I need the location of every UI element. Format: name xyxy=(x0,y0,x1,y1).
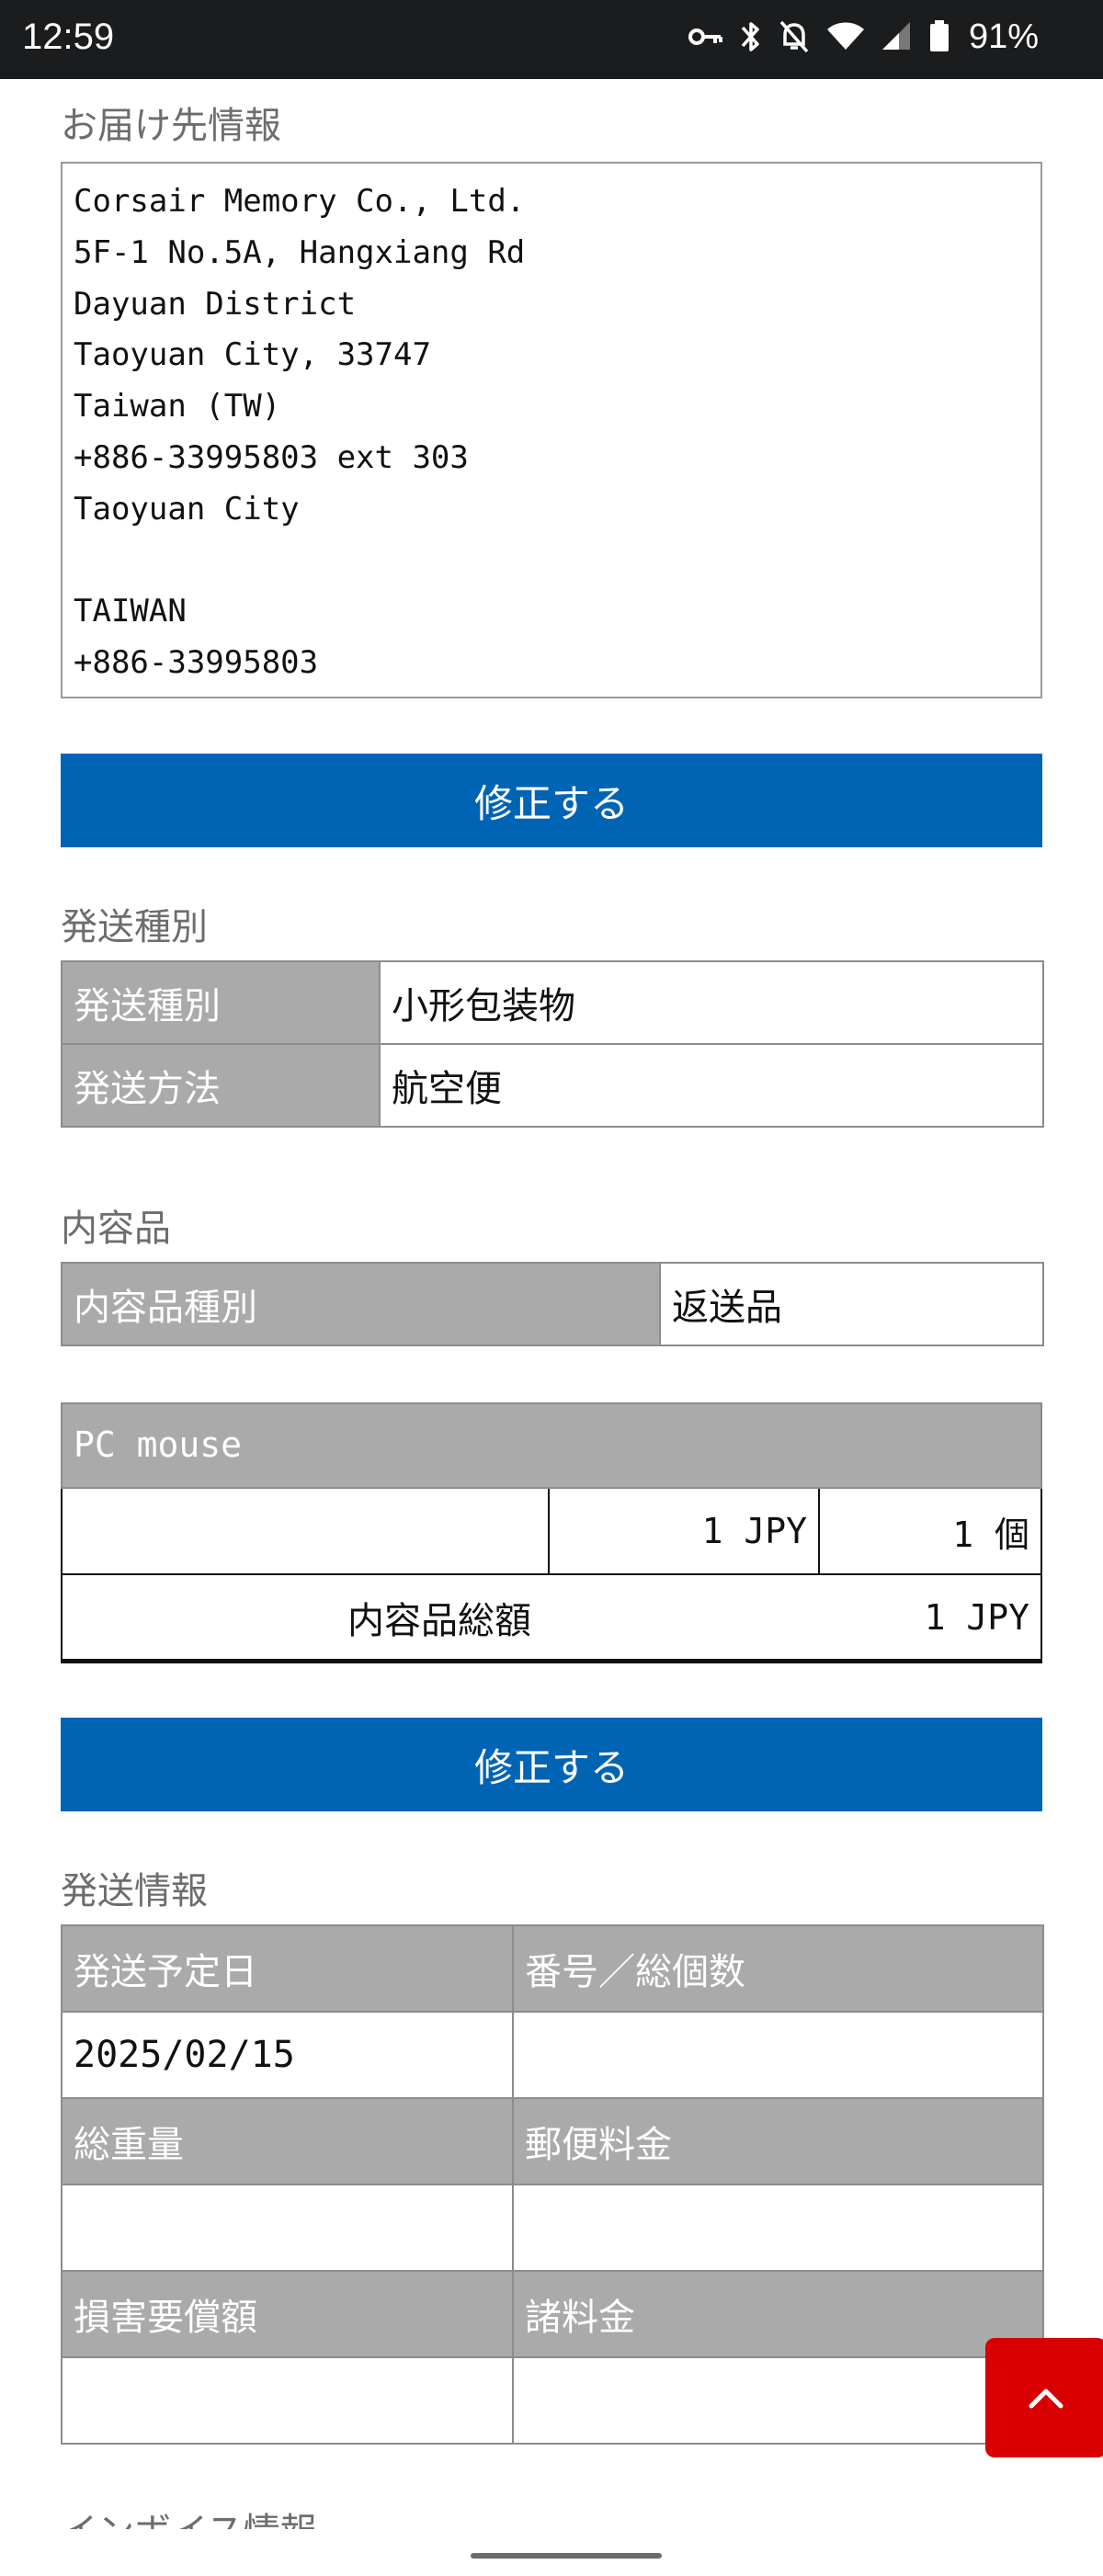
package-number-value xyxy=(512,2011,1044,2099)
status-icons: 91% xyxy=(688,15,1039,59)
table-row: 発送方法 航空便 xyxy=(61,1043,1044,1128)
shipping-address-box: Corsair Memory Co., Ltd. 5F-1 No.5A, Han… xyxy=(61,162,1042,698)
insured-amount-label: 損害要償額 xyxy=(61,2270,514,2358)
contents-total-label: 内容品総額 xyxy=(347,1599,531,1642)
address-line: Dayuan District xyxy=(74,285,357,323)
shipping-method-value: 航空便 xyxy=(379,1043,1044,1128)
table-header-row: 発送予定日 番号／総個数 xyxy=(61,1924,1044,2013)
shipping-method-label: 発送方法 xyxy=(61,1043,381,1128)
table-row: 内容品種別 返送品 xyxy=(61,1262,1044,1346)
shipment-type-value: 小形包装物 xyxy=(379,960,1044,1045)
shipment-type-table: 発送種別 小形包装物 発送方法 航空便 xyxy=(61,960,1044,1128)
section-title-shipping-info: 発送情報 xyxy=(61,1870,208,1912)
postage-value xyxy=(512,2184,1044,2272)
content-item-name: PC mouse xyxy=(61,1402,1042,1489)
content-item-description xyxy=(63,1489,548,1573)
package-number-label: 番号／総個数 xyxy=(512,1924,1044,2013)
table-row: 2025/02/15 xyxy=(61,2011,1044,2099)
shipping-info-table: 発送予定日 番号／総個数 2025/02/15 総重量 郵便料金 損害要償額 諸… xyxy=(61,1924,1044,2445)
shipment-type-label: 発送種別 xyxy=(61,960,381,1045)
total-weight-label: 総重量 xyxy=(61,2097,514,2185)
address-line: +886-33995803 xyxy=(74,644,319,682)
scroll-to-top-button[interactable] xyxy=(985,2338,1103,2457)
contents-total-value: 1 JPY xyxy=(924,1596,1029,1638)
bluetooth-icon xyxy=(741,22,759,51)
content-item-quantity: 1 個 xyxy=(818,1489,1040,1573)
insured-amount-value xyxy=(61,2356,514,2445)
postage-label: 郵便料金 xyxy=(512,2097,1044,2185)
table-row: 発送種別 小形包装物 xyxy=(61,960,1044,1045)
status-time: 12:59 xyxy=(22,17,115,57)
scheduled-date-value: 2025/02/15 xyxy=(61,2011,514,2099)
address-line: Corsair Memory Co., Ltd. xyxy=(74,183,526,220)
other-fees-label: 諸料金 xyxy=(512,2270,1044,2358)
cellular-signal-icon xyxy=(881,22,910,50)
address-line: +886-33995803 ext 303 xyxy=(74,438,469,476)
table-row xyxy=(61,2356,1044,2445)
other-fees-value xyxy=(512,2356,1044,2445)
notifications-off-icon xyxy=(779,20,809,53)
section-title-contents: 内容品 xyxy=(61,1208,171,1250)
table-header-row: 損害要償額 諸料金 xyxy=(61,2270,1044,2358)
address-line xyxy=(74,536,1029,587)
contents-type-label: 内容品種別 xyxy=(61,1262,661,1346)
total-weight-value xyxy=(61,2184,514,2272)
contents-total-row: 内容品総額 1 JPY xyxy=(61,1575,1042,1663)
scheduled-date-label: 発送予定日 xyxy=(61,1924,514,2013)
edit-address-button[interactable]: 修正する xyxy=(61,754,1042,847)
home-indicator[interactable] xyxy=(471,2553,662,2559)
address-line: Taiwan (TW) xyxy=(74,388,281,426)
address-line: 5F-1 No.5A, Hangxiang Rd xyxy=(74,233,526,271)
address-line: Taoyuan City, 33747 xyxy=(74,336,431,374)
status-bar: 12:59 91% xyxy=(0,0,1103,79)
content-item: PC mouse 1 JPY 1 個 内容品総額 1 JPY xyxy=(61,1402,1042,1663)
address-line: TAIWAN xyxy=(74,593,187,630)
section-title-shipment-type: 発送種別 xyxy=(61,906,208,948)
battery-icon xyxy=(929,20,949,51)
table-row xyxy=(61,2184,1044,2272)
wifi-icon xyxy=(826,22,864,50)
address-line: Taoyuan City xyxy=(74,490,300,528)
contents-type-value: 返送品 xyxy=(659,1262,1044,1346)
contents-type-table: 内容品種別 返送品 xyxy=(61,1262,1044,1346)
content-item-row: 1 JPY 1 個 xyxy=(61,1489,1042,1575)
edit-contents-button[interactable]: 修正する xyxy=(61,1718,1042,1811)
vpn-key-icon xyxy=(688,28,722,45)
battery-percent: 91% xyxy=(968,17,1039,56)
chevron-up-icon xyxy=(1029,2389,1063,2409)
section-title-shipping-address: お届け先情報 xyxy=(61,105,281,147)
content-item-price: 1 JPY xyxy=(548,1489,818,1573)
table-header-row: 総重量 郵便料金 xyxy=(61,2097,1044,2185)
